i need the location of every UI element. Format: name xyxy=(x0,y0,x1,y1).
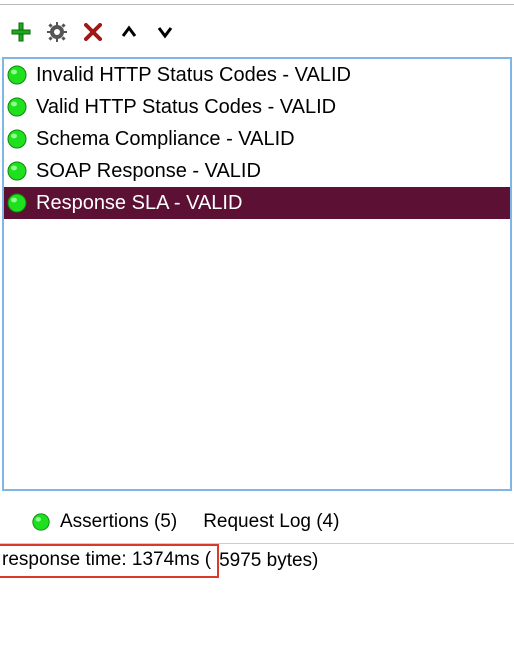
status-valid-icon xyxy=(6,192,28,214)
status-valid-icon xyxy=(6,64,28,86)
assertion-label: Valid HTTP Status Codes - VALID xyxy=(36,96,336,119)
assertion-row[interactable]: Invalid HTTP Status Codes - VALID xyxy=(4,59,510,91)
assertion-row[interactable]: SOAP Response - VALID xyxy=(4,155,510,187)
status-valid-icon xyxy=(6,160,28,182)
status-bar: response time: 1374ms ( 5975 bytes) xyxy=(0,543,514,577)
assertions-list: Invalid HTTP Status Codes - VALID Valid … xyxy=(2,57,512,491)
status-valid-icon xyxy=(6,96,28,118)
assertion-label: SOAP Response - VALID xyxy=(36,160,261,183)
tab-assertions-label: Assertions (5) xyxy=(60,511,177,533)
assertion-label: Invalid HTTP Status Codes - VALID xyxy=(36,64,351,87)
assertion-row[interactable]: Schema Compliance - VALID xyxy=(4,123,510,155)
chevron-up-icon xyxy=(121,25,137,39)
response-time-highlight: response time: 1374ms ( xyxy=(0,544,219,578)
move-up-button[interactable] xyxy=(118,21,140,43)
tab-assertions[interactable]: Assertions (5) xyxy=(30,511,177,533)
gear-icon xyxy=(47,22,67,42)
status-valid-icon xyxy=(30,511,52,533)
remove-button[interactable] xyxy=(82,21,104,43)
response-time-text: response time: 1374ms ( xyxy=(2,549,211,571)
move-down-button[interactable] xyxy=(154,21,176,43)
tab-request-log[interactable]: Request Log (4) xyxy=(203,511,339,533)
assertion-row[interactable]: Response SLA - VALID xyxy=(4,187,510,219)
plus-icon xyxy=(11,22,31,42)
status-valid-icon xyxy=(6,128,28,150)
assertion-label: Response SLA - VALID xyxy=(36,192,242,215)
add-button[interactable] xyxy=(10,21,32,43)
tab-request-log-label: Request Log (4) xyxy=(203,511,339,533)
chevron-down-icon xyxy=(157,25,173,39)
bottom-tabs: Assertions (5) Request Log (4) xyxy=(0,491,514,543)
assertion-label: Schema Compliance - VALID xyxy=(36,128,295,151)
response-bytes-text: 5975 bytes) xyxy=(219,550,318,572)
x-icon xyxy=(84,23,102,41)
configure-button[interactable] xyxy=(46,21,68,43)
assertion-toolbar xyxy=(0,5,514,57)
assertion-row[interactable]: Valid HTTP Status Codes - VALID xyxy=(4,91,510,123)
